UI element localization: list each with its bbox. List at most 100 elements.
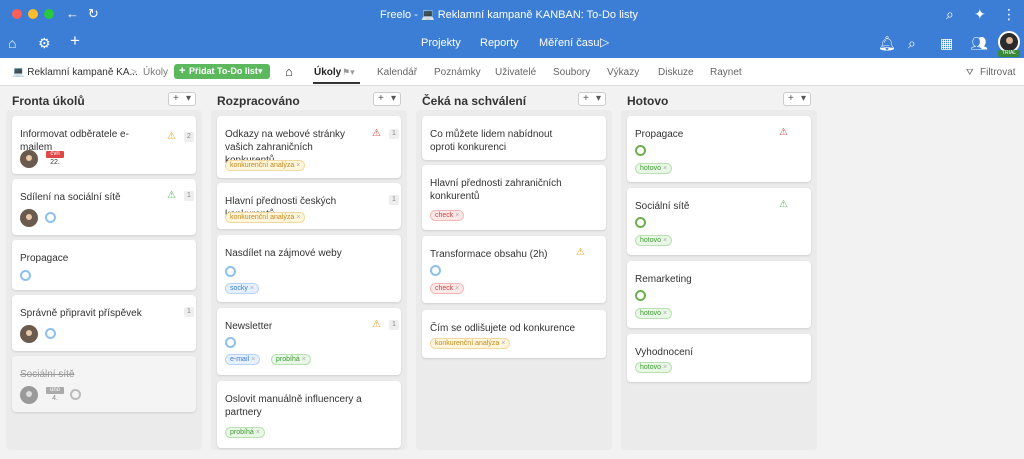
- task-card[interactable]: Odkazy na webové stránky vašich zahranič…: [217, 116, 401, 178]
- flag-icon[interactable]: ⚑▾: [342, 67, 355, 78]
- tab-diskuze[interactable]: Diskuze: [658, 67, 694, 78]
- task-card[interactable]: Newsletter ⚠ 1 e-mail × probíhá ×: [217, 308, 401, 375]
- tag-label[interactable]: konkurenční analýza ×: [225, 160, 306, 171]
- users-icon[interactable]: 👥︎: [970, 36, 988, 50]
- task-card[interactable]: Transformace obsahu (2h) ⚠ check ×: [422, 236, 606, 303]
- filter-button[interactable]: Filtrovat: [980, 67, 1016, 78]
- search-icon[interactable]: ⌕: [908, 36, 916, 50]
- chevron-down-icon[interactable]: ▾: [596, 93, 601, 105]
- tag-label[interactable]: probíhá ×: [225, 427, 265, 438]
- nav-projects[interactable]: Projekty: [421, 37, 461, 49]
- kanban-column: Informovat odběratele e-mailem ⚠ 2 čvn 2…: [6, 110, 202, 450]
- chevron-down-icon[interactable]: ▾: [186, 93, 191, 105]
- close-window-button[interactable]: [12, 9, 22, 19]
- task-card[interactable]: Co můžete lidem nabídnout oproti konkure…: [422, 116, 606, 160]
- project-home-icon[interactable]: ⌂: [285, 65, 293, 79]
- progress-ring-icon: [225, 337, 236, 348]
- app-navbar: ⌂ ⚙ + Projekty Reporty Měření času ▷ 🔔︎ …: [0, 28, 1024, 58]
- filter-icon[interactable]: ⛛: [966, 67, 974, 78]
- zoom-icon[interactable]: ⌕: [946, 7, 954, 21]
- remove-tag-icon: ×: [296, 214, 301, 221]
- task-title: Čím se odlišujete od konkurence: [430, 323, 576, 334]
- trial-badge: TRIAL: [998, 50, 1020, 57]
- task-title: Informovat odběratele e-mailem: [20, 129, 129, 153]
- nav-time-tracking[interactable]: Měření času: [539, 37, 600, 49]
- task-card[interactable]: Čím se odlišujete od konkurence konkuren…: [422, 310, 606, 358]
- column-title: Rozpracováno: [217, 94, 300, 108]
- tab-raynet[interactable]: Raynet: [710, 67, 742, 78]
- progress-ring-icon: [20, 270, 31, 281]
- task-title: Vyhodnocení: [635, 347, 694, 358]
- tag-label[interactable]: socky ×: [225, 283, 259, 294]
- avatar: [20, 325, 38, 343]
- tag-label[interactable]: probíhá ×: [271, 354, 311, 365]
- chevron-down-icon[interactable]: ▾: [258, 66, 263, 77]
- tag-label[interactable]: hotovo ×: [635, 235, 673, 246]
- task-card[interactable]: Hlavní přednosti zahraničních konkurentů…: [422, 165, 606, 230]
- task-card[interactable]: Propagace ⚠ hotovo ×: [627, 116, 811, 182]
- task-card[interactable]: Remarketing hotovo ×: [627, 261, 811, 328]
- chevron-down-icon[interactable]: ▾: [801, 93, 806, 105]
- task-card[interactable]: Vyhodnocení hotovo ×: [627, 334, 811, 382]
- remove-tag-icon: ×: [455, 212, 460, 219]
- project-name[interactable]: 💻 Reklamní kampaně KA...: [12, 67, 138, 78]
- task-card[interactable]: Sdílení na sociální sítě ⚠ 1: [12, 179, 196, 235]
- task-title: Propagace: [635, 129, 684, 140]
- column-title: Čeká na schválení: [422, 94, 527, 108]
- task-card[interactable]: Propagace: [12, 240, 196, 290]
- subtask-count: 2: [184, 132, 194, 142]
- column-add-button[interactable]: + ▾: [168, 92, 196, 106]
- tag-label[interactable]: hotovo ×: [635, 362, 673, 373]
- tab-uzivatele[interactable]: Uživatelé: [495, 67, 536, 78]
- nav-reports[interactable]: Reporty: [480, 37, 519, 49]
- maximize-window-button[interactable]: [44, 9, 54, 19]
- task-card[interactable]: Správně připravit příspěvek 1: [12, 295, 196, 351]
- task-card[interactable]: Sociální sítě ⚠ hotovo ×: [627, 188, 811, 255]
- task-title: Transformace obsahu (2h): [430, 249, 548, 260]
- column-add-button[interactable]: + ▾: [783, 92, 811, 106]
- tag-label[interactable]: check ×: [430, 283, 465, 294]
- tab-soubory[interactable]: Soubory: [553, 67, 590, 78]
- more-menu-icon[interactable]: ⋮: [1002, 7, 1016, 21]
- settings-gear-icon[interactable]: ⚙: [38, 36, 51, 50]
- warning-icon: ⚠: [779, 127, 788, 138]
- column-add-button[interactable]: + ▾: [373, 92, 401, 106]
- task-card[interactable]: Hlavní přednosti českých konkurentů 1 ko…: [217, 183, 401, 229]
- completed-ring-icon: [635, 217, 646, 228]
- chevron-down-icon[interactable]: ▾: [391, 93, 396, 105]
- tag-label[interactable]: hotovo ×: [635, 308, 673, 319]
- tab-kalendar[interactable]: Kalendář: [377, 67, 417, 78]
- breadcrumb-current[interactable]: Úkoly: [143, 67, 168, 78]
- tag-label[interactable]: check ×: [430, 210, 465, 221]
- tag-label[interactable]: hotovo ×: [635, 163, 673, 174]
- back-arrow-icon[interactable]: ←: [66, 7, 79, 21]
- tab-ukoly[interactable]: Úkoly: [314, 67, 341, 78]
- task-card[interactable]: Nasdílet na zájmové weby socky ×: [217, 235, 401, 302]
- due-date-number: 4.: [52, 395, 58, 402]
- task-card-completed[interactable]: Sociální sítě úno 4.: [12, 356, 196, 412]
- task-title: Propagace: [20, 253, 69, 264]
- home-icon[interactable]: ⌂: [8, 36, 16, 50]
- task-card[interactable]: Oslovit manuálně influencery a partnery …: [217, 381, 401, 448]
- extensions-puzzle-icon[interactable]: ✦: [974, 7, 986, 21]
- tab-poznamky[interactable]: Poznámky: [434, 67, 481, 78]
- tag-label[interactable]: e-mail ×: [225, 354, 261, 365]
- minimize-window-button[interactable]: [28, 9, 38, 19]
- kanban-column: Propagace ⚠ hotovo × Sociální sítě ⚠ hoto…: [621, 110, 817, 450]
- add-todo-list-label: Přidat To-Do list: [189, 66, 258, 76]
- task-title: Sociální sítě: [20, 369, 75, 380]
- task-card[interactable]: Informovat odběratele e-mailem ⚠ 2 čvn 2…: [12, 116, 196, 174]
- avatar: [20, 209, 38, 227]
- play-timer-icon[interactable]: ▷: [600, 35, 609, 49]
- add-icon[interactable]: +: [70, 32, 80, 49]
- bell-icon[interactable]: 🔔︎: [878, 36, 896, 50]
- column-add-button[interactable]: + ▾: [578, 92, 606, 106]
- tab-vykazy[interactable]: Výkazy: [607, 67, 639, 78]
- tag-label[interactable]: konkurenční analýza ×: [225, 212, 306, 223]
- due-date-day: úno: [46, 387, 64, 394]
- task-title: Správně připravit příspěvek: [20, 308, 142, 319]
- calendar-icon[interactable]: ▦: [940, 36, 953, 50]
- tag-label[interactable]: konkurenční analýza ×: [430, 338, 511, 349]
- reload-icon[interactable]: ↻: [88, 7, 99, 21]
- add-todo-list-button[interactable]: + Přidat To-Do list ▾: [174, 64, 270, 79]
